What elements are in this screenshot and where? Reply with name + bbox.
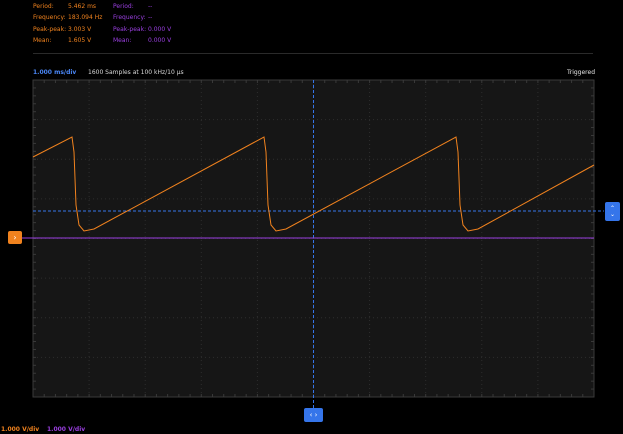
trigger-level-marker[interactable]: ⌃ ⌄: [605, 202, 620, 221]
chevron-left-right-icon: ‹ ›: [309, 411, 318, 419]
ch1-offset-marker[interactable]: ›: [8, 231, 22, 244]
chevron-right-icon: ›: [13, 233, 17, 242]
ch2-scale-readout[interactable]: 1.000 V/div: [47, 426, 85, 433]
trigger-position-marker[interactable]: ‹ ›: [304, 408, 323, 422]
ch1-scale-readout[interactable]: 1.000 V/div: [1, 426, 39, 433]
scope-display[interactable]: [0, 0, 623, 434]
chevron-down-icon: ⌄: [609, 210, 616, 218]
